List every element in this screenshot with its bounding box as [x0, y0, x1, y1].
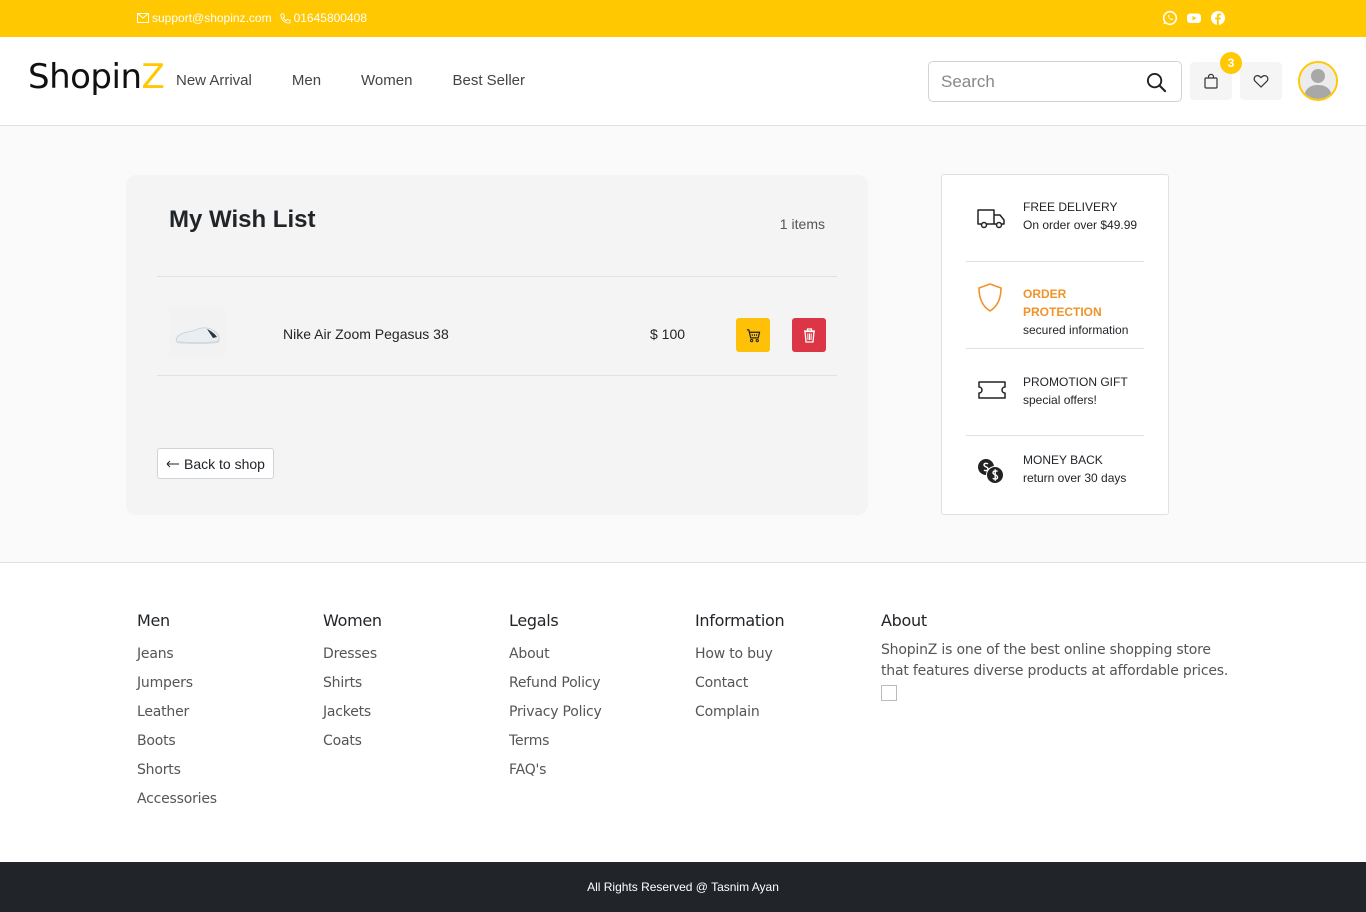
feature-subtitle: special offers!: [1023, 393, 1097, 407]
footer-heading: Legals: [509, 611, 559, 630]
footer-men: Men Jeans Jumpers Leather Boots Shorts A…: [137, 611, 217, 814]
footer-link[interactable]: Terms: [509, 727, 602, 756]
footer-heading: Information: [695, 611, 785, 630]
item-count-label: items: [791, 216, 825, 232]
footer-link[interactable]: How to buy: [695, 640, 784, 669]
back-to-shop-label: Back to shop: [184, 455, 265, 472]
ticket-icon: [976, 379, 1008, 406]
footer-link[interactable]: Dresses: [323, 640, 382, 669]
footer-link[interactable]: Refund Policy: [509, 669, 602, 698]
footer-heading: About: [881, 611, 927, 630]
user-icon: [1300, 63, 1336, 99]
main-content: My Wish List 1 items Nike Air Zoom Pegasu…: [0, 126, 1366, 563]
footer-link[interactable]: Shirts: [323, 669, 382, 698]
copyright-text: All Rights Reserved @ Tasnim Ayan: [587, 880, 779, 894]
site-header: ShopinZ New Arrival Men Women Best Selle…: [0, 37, 1366, 126]
whatsapp-icon[interactable]: [1162, 10, 1178, 26]
footer-about-text: ShopinZ is one of the best online shoppi…: [881, 642, 1229, 679]
nav-best-seller[interactable]: Best Seller: [452, 72, 525, 89]
logo-main: Shopin: [28, 57, 142, 97]
item-count-value: 1: [779, 216, 788, 232]
shopping-bag-icon: [1204, 73, 1218, 89]
footer-link[interactable]: Leather: [137, 698, 217, 727]
add-to-cart-button[interactable]: [736, 318, 770, 352]
feature-title: MONEY BACK: [1023, 453, 1103, 467]
item-count: 1 items: [780, 216, 825, 232]
contact-info: support@shopinz.com 01645800408: [137, 11, 367, 25]
footer-link[interactable]: Complain: [695, 698, 784, 727]
coins-icon: [976, 456, 1008, 493]
feature-subtitle: On order over $49.99: [1023, 218, 1138, 232]
footer-link[interactable]: Jeans: [137, 640, 217, 669]
shield-icon: [976, 282, 1004, 319]
phone-text: 01645800408: [293, 11, 367, 25]
search-input[interactable]: [941, 62, 1141, 101]
wishlist-item: Nike Air Zoom Pegasus 38 $ 100: [157, 276, 837, 376]
email-contact[interactable]: support@shopinz.com: [137, 11, 272, 25]
product-price: $ 100: [650, 326, 686, 342]
footer-heading: Women: [323, 611, 382, 630]
footer-link[interactable]: Jumpers: [137, 669, 217, 698]
product-name[interactable]: Nike Air Zoom Pegasus 38: [283, 326, 449, 342]
footer-about: About ShopinZ is one of the best online …: [881, 611, 1231, 705]
cart-count-badge: 3: [1220, 52, 1242, 74]
email-text: support@shopinz.com: [152, 11, 272, 25]
feature-free-delivery: FREE DELIVERY On order over $49.99: [966, 175, 1144, 262]
footer-link[interactable]: Coats: [323, 727, 382, 756]
logo[interactable]: ShopinZ: [28, 57, 165, 97]
avatar[interactable]: [1298, 61, 1338, 101]
remove-item-button[interactable]: [792, 318, 826, 352]
trash-icon: [803, 327, 815, 343]
feature-subtitle: return over 30 days: [1023, 471, 1127, 485]
facebook-icon[interactable]: [1210, 10, 1226, 26]
cart-icon: [746, 328, 760, 342]
footer-legals: Legals About Refund Policy Privacy Polic…: [509, 611, 602, 785]
product-image[interactable]: [169, 307, 225, 357]
youtube-icon[interactable]: [1186, 10, 1202, 26]
back-to-shop-button[interactable]: Back to shop: [157, 448, 274, 479]
footer-information: Information How to buy Contact Complain: [695, 611, 785, 727]
search-icon[interactable]: [1146, 72, 1167, 98]
feature-promotion-gift: PROMOTION GIFT special offers!: [966, 349, 1144, 436]
copyright-bar: All Rights Reserved @ Tasnim Ayan: [0, 862, 1366, 912]
footer-link[interactable]: Shorts: [137, 756, 217, 785]
arrow-left-icon: [166, 460, 179, 467]
feature-money-back: MONEY BACK return over 30 days: [966, 436, 1144, 514]
social-links: [1162, 10, 1226, 26]
feature-subtitle: secured information: [1023, 323, 1129, 337]
heart-icon: [1253, 75, 1269, 88]
footer-link[interactable]: FAQ's: [509, 756, 602, 785]
top-bar: support@shopinz.com 01645800408: [0, 0, 1366, 37]
footer-heading: Men: [137, 611, 170, 630]
search-box: [928, 61, 1182, 102]
truck-icon: [976, 205, 1008, 236]
wishlist-button[interactable]: [1240, 62, 1282, 100]
site-footer: Men Jeans Jumpers Leather Boots Shorts A…: [0, 563, 1366, 862]
broken-image-icon: [881, 685, 897, 701]
envelope-icon: [137, 13, 149, 23]
footer-link[interactable]: Privacy Policy: [509, 698, 602, 727]
feature-order-protection: ORDER PROTECTION secured information: [966, 262, 1144, 349]
footer-link[interactable]: Jackets: [323, 698, 382, 727]
feature-title: FREE DELIVERY: [1023, 200, 1118, 214]
features-panel: FREE DELIVERY On order over $49.99 ORDER …: [941, 174, 1169, 515]
footer-link[interactable]: Accessories: [137, 785, 217, 814]
phone-contact[interactable]: 01645800408: [280, 11, 367, 25]
feature-title: PROMOTION GIFT: [1023, 375, 1128, 389]
main-nav: New Arrival Men Women Best Seller: [176, 72, 525, 89]
wishlist-card: My Wish List 1 items Nike Air Zoom Pegasu…: [126, 175, 868, 515]
feature-title: ORDER PROTECTION: [1023, 287, 1102, 319]
logo-accent: Z: [141, 57, 165, 97]
phone-icon: [280, 12, 291, 24]
page-title: My Wish List: [169, 206, 316, 233]
footer-link[interactable]: Contact: [695, 669, 784, 698]
nav-women[interactable]: Women: [361, 72, 412, 89]
nav-new-arrival[interactable]: New Arrival: [176, 72, 252, 89]
footer-women: Women Dresses Shirts Jackets Coats: [323, 611, 382, 756]
nav-men[interactable]: Men: [292, 72, 321, 89]
footer-link[interactable]: Boots: [137, 727, 217, 756]
footer-link[interactable]: About: [509, 640, 602, 669]
